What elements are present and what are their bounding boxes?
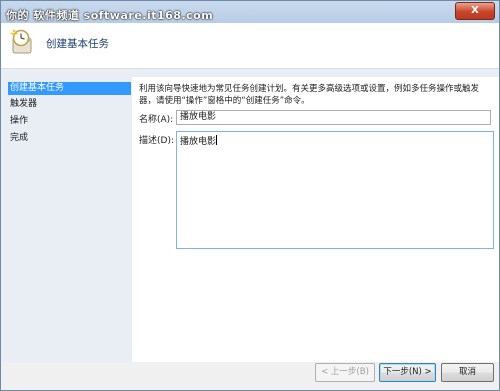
- description-input[interactable]: 播放电影: [176, 131, 494, 249]
- wizard-content: 利用该向导快速地为常见任务创建计划。有关更多高级选项或设置，例如多任务操作或触发…: [132, 77, 499, 362]
- description-label: 描述(D):: [139, 136, 174, 146]
- name-input[interactable]: 播放电影: [176, 110, 491, 125]
- intro-text: 利用该向导快速地为常见任务创建计划。有关更多高级选项或设置，例如多任务操作或触发…: [139, 84, 480, 106]
- text-caret: [216, 135, 218, 145]
- step-create-basic-task[interactable]: 创建基本任务: [8, 82, 131, 95]
- wizard-steps: 创建基本任务 触发器 操作 完成: [1, 77, 132, 367]
- watermark-text: 你的 软件频道 software.it168.com: [6, 9, 214, 22]
- close-button[interactable]: X: [455, 2, 495, 20]
- next-button[interactable]: 下一步(N) >: [379, 363, 436, 382]
- clock-task-icon: [10, 29, 36, 55]
- create-basic-task-window: 你的 软件频道 software.it168.com X 创建基本任务 创建基本…: [0, 0, 500, 391]
- wizard-header: 创建基本任务: [1, 23, 499, 69]
- cancel-button[interactable]: 取消: [441, 363, 494, 382]
- step-finish[interactable]: 完成: [8, 132, 131, 145]
- step-action[interactable]: 操作: [8, 115, 131, 128]
- step-trigger[interactable]: 触发器: [8, 98, 131, 111]
- name-label: 名称(A):: [139, 115, 174, 125]
- wizard-footer: < 上一步(B) 下一步(N) > 取消: [1, 362, 499, 390]
- back-button[interactable]: < 上一步(B): [315, 363, 375, 382]
- title-bar[interactable]: 你的 软件频道 software.it168.com X: [1, 1, 499, 23]
- page-title: 创建基本任务: [46, 38, 109, 50]
- description-value: 播放电影: [180, 137, 217, 147]
